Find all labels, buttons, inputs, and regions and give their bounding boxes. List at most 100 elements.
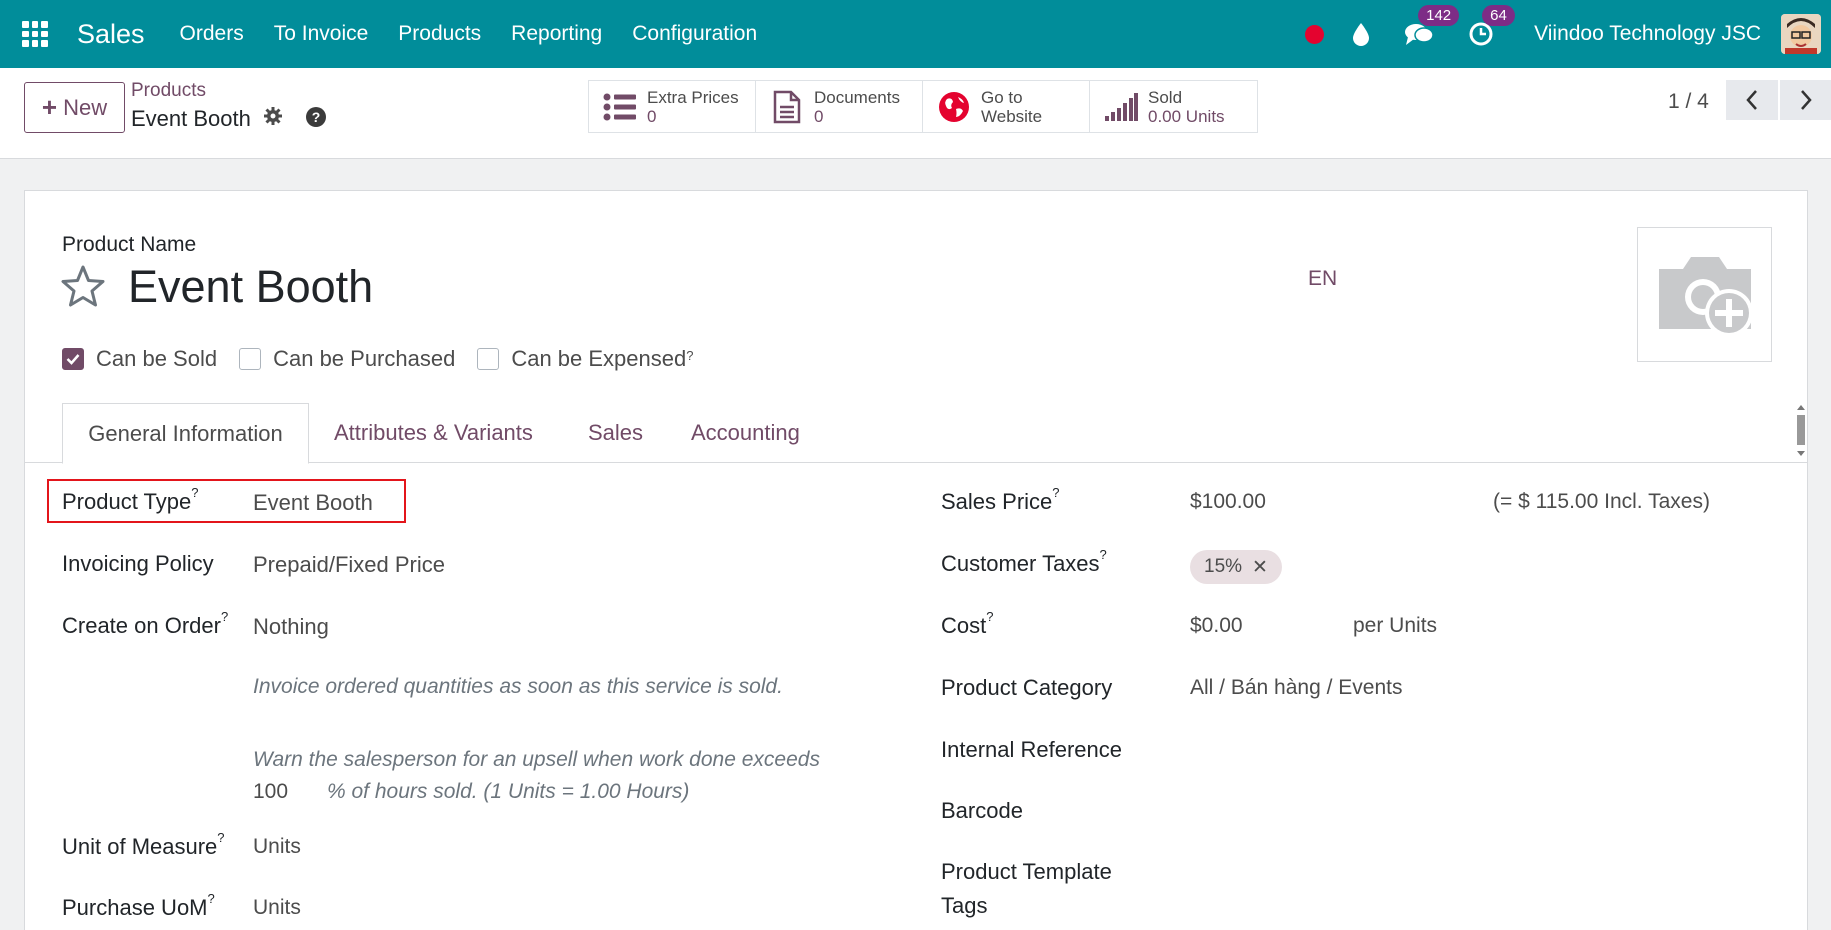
- bar-chart-icon: [1104, 90, 1138, 124]
- notebook-tabs: General Information Attributes & Variant…: [25, 403, 1808, 464]
- tab-accounting[interactable]: Accounting: [691, 403, 800, 463]
- menu-to-invoice[interactable]: To Invoice: [274, 22, 369, 46]
- product-name-input[interactable]: Event Booth: [128, 261, 373, 313]
- chevron-left-icon: [1746, 90, 1757, 110]
- svg-text:?: ?: [312, 109, 321, 125]
- invoice-note: Invoice ordered quantities as soon as th…: [253, 675, 783, 698]
- remove-tag-icon[interactable]: ✕: [1252, 556, 1268, 579]
- list-icon: [603, 90, 637, 124]
- sales-price-label: Sales Price?: [941, 485, 1060, 514]
- tab-sales[interactable]: Sales: [588, 403, 643, 463]
- customer-taxes-label: Customer Taxes?: [941, 547, 1107, 576]
- product-name-label: Product Name: [62, 233, 197, 256]
- user-avatar[interactable]: [1781, 14, 1821, 54]
- tab-general-information[interactable]: General Information: [62, 403, 309, 464]
- sold-label: Sold: [1148, 87, 1183, 107]
- product-category-label: Product Category: [941, 675, 1113, 700]
- company-switcher[interactable]: Viindoo Technology JSC: [1534, 22, 1761, 46]
- extra-prices-button[interactable]: Extra Prices 0: [589, 81, 756, 132]
- purchase-uom-label: Purchase UoM?: [62, 891, 215, 920]
- internal-reference-field[interactable]: [1190, 737, 1750, 765]
- cost-label: Cost?: [941, 609, 994, 638]
- can-be-purchased-checkbox[interactable]: Can be Purchased: [239, 346, 455, 372]
- top-navbar: Sales Orders To Invoice Products Reporti…: [0, 0, 1831, 68]
- checkmark-icon: [66, 354, 80, 365]
- unit-of-measure-label: Unit of Measure?: [62, 830, 225, 859]
- sold-button[interactable]: Sold 0.00 Units: [1090, 81, 1257, 132]
- extra-prices-label: Extra Prices: [647, 87, 739, 107]
- product-category-field[interactable]: All / Bán hàng / Events: [1190, 676, 1402, 700]
- menu-configuration[interactable]: Configuration: [632, 22, 757, 46]
- purchase-uom-field[interactable]: Units: [253, 896, 301, 920]
- product-template-tags-label: Product Template: [941, 859, 1112, 884]
- activity-badge: 64: [1482, 5, 1515, 26]
- product-template-tags-label-2: Tags: [941, 893, 988, 918]
- can-be-sold-checkbox[interactable]: Can be Sold: [62, 346, 217, 372]
- menu-products[interactable]: Products: [398, 22, 481, 46]
- go-to-label: Go to: [981, 87, 1023, 107]
- plus-icon: +: [41, 92, 58, 122]
- new-button[interactable]: + New: [24, 82, 125, 133]
- chevron-right-icon: [1801, 90, 1812, 110]
- globe-icon: [937, 90, 971, 124]
- gear-icon[interactable]: [263, 106, 283, 132]
- product-image-upload[interactable]: [1637, 227, 1772, 362]
- tax-tag[interactable]: 15% ✕: [1190, 550, 1282, 584]
- help-mark[interactable]: ?: [686, 348, 693, 363]
- create-on-order-field[interactable]: Nothing: [253, 614, 329, 640]
- activity-clock-icon[interactable]: 64: [1468, 5, 1515, 47]
- create-on-order-label: Create on Order?: [62, 609, 229, 638]
- cost-unit-text: per Units: [1353, 614, 1438, 637]
- smart-buttons: Extra Prices 0 Documents 0 Go to Website So…: [588, 80, 1258, 133]
- product-template-tags-field[interactable]: [1190, 859, 1750, 887]
- cost-field[interactable]: $0.00: [1190, 614, 1243, 638]
- new-button-label: New: [63, 94, 108, 120]
- scrollbar[interactable]: [1795, 403, 1807, 458]
- invoicing-policy-label: Invoicing Policy: [62, 551, 214, 576]
- can-be-purchased-label: Can be Purchased: [273, 346, 456, 371]
- control-panel: + New Products Event Booth ? Extra Price…: [0, 68, 1831, 159]
- breadcrumb-current-label: Event Booth: [131, 106, 251, 131]
- incl-taxes-text: (= $ 115.00 Incl. Taxes): [1493, 490, 1710, 513]
- recording-icon[interactable]: [1305, 24, 1325, 44]
- breadcrumb-parent[interactable]: Products: [131, 80, 206, 102]
- tab-attributes-variants[interactable]: Attributes & Variants: [334, 403, 533, 463]
- documents-label: Documents: [814, 87, 900, 107]
- product-type-field[interactable]: Event Booth: [253, 490, 373, 516]
- extra-prices-value: 0: [647, 106, 657, 126]
- documents-button[interactable]: Documents 0: [756, 81, 923, 132]
- pager-value[interactable]: 1 / 4: [1668, 90, 1709, 114]
- upsell-note-suffix: % of hours sold. (1 Units = 1.00 Hours): [327, 780, 690, 803]
- drop-icon[interactable]: [1352, 22, 1370, 46]
- form-sheet: Product Name Event Booth EN Can be Sold …: [24, 190, 1808, 930]
- go-to-website-button[interactable]: Go to Website: [923, 81, 1090, 132]
- sales-price-field[interactable]: $100.00: [1190, 490, 1266, 514]
- can-be-expensed-checkbox[interactable]: Can be Expensed?: [477, 346, 693, 372]
- document-icon: [770, 90, 804, 124]
- language-button[interactable]: EN: [1308, 267, 1337, 291]
- camera-add-icon: [1658, 256, 1753, 337]
- can-be-sold-label: Can be Sold: [96, 346, 218, 371]
- apps-menu-icon[interactable]: [22, 21, 48, 47]
- chat-badge: 142: [1418, 5, 1460, 26]
- barcode-label: Barcode: [941, 798, 1023, 823]
- internal-reference-label: Internal Reference: [941, 737, 1122, 762]
- can-be-expensed-label: Can be Expensed: [511, 346, 687, 371]
- sold-value: 0.00 Units: [1148, 106, 1225, 126]
- product-type-label: Product Type?: [62, 485, 199, 514]
- chat-icon[interactable]: 142: [1404, 5, 1460, 47]
- barcode-field[interactable]: [1190, 798, 1750, 826]
- website-label: Website: [981, 106, 1043, 126]
- help-icon[interactable]: ?: [305, 106, 327, 133]
- invoicing-policy-field[interactable]: Prepaid/Fixed Price: [253, 552, 445, 578]
- menu-orders[interactable]: Orders: [180, 22, 244, 46]
- breadcrumb-current: Event Booth: [131, 106, 283, 132]
- menu-reporting[interactable]: Reporting: [511, 22, 602, 46]
- product-flags: Can be Sold Can be Purchased Can be Expe…: [62, 346, 715, 372]
- pager-next-button[interactable]: [1780, 80, 1831, 120]
- upsell-threshold-field[interactable]: 100: [253, 780, 288, 804]
- favorite-star-icon[interactable]: [61, 265, 105, 312]
- unit-of-measure-field[interactable]: Units: [253, 835, 301, 859]
- pager-previous-button[interactable]: [1726, 80, 1778, 120]
- app-name[interactable]: Sales: [77, 19, 145, 50]
